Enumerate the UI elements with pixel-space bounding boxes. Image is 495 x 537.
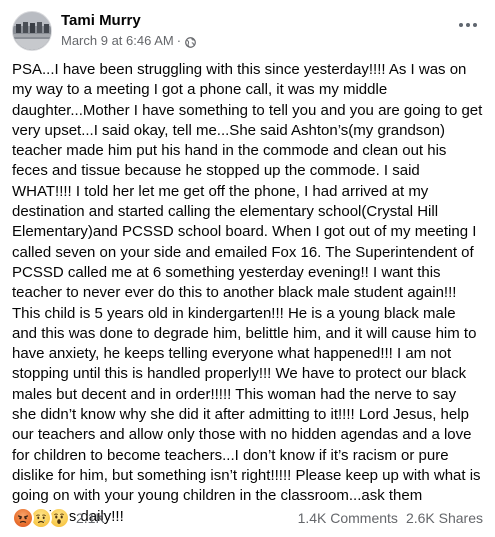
reaction-summary[interactable]: 2.1K <box>12 507 105 529</box>
meta-separator: · <box>176 33 182 48</box>
angry-reaction-icon <box>12 507 34 529</box>
globe-icon[interactable] <box>185 36 196 48</box>
post-footer: 2.1K 1.4K Comments 2.6K Shares <box>12 507 483 529</box>
comments-count-link[interactable]: 1.4K Comments <box>298 510 398 526</box>
more-horizontal-icon[interactable] <box>455 17 481 33</box>
more-dot <box>473 23 477 27</box>
post-body-text: PSA...I have been struggling with this s… <box>12 61 483 525</box>
reaction-count: 2.1K <box>76 510 105 526</box>
avatar[interactable] <box>12 11 52 51</box>
post-author-name[interactable]: Tami Murry <box>61 12 141 30</box>
post-timestamp[interactable]: March 9 at 6:46 AM <box>61 33 174 49</box>
facebook-post: Tami Murry March 9 at 6:46 AM · PSA...I … <box>0 0 495 537</box>
shares-count-link[interactable]: 2.6K Shares <box>406 510 483 526</box>
post-meta: March 9 at 6:46 AM · <box>61 33 196 49</box>
more-dot <box>459 23 463 27</box>
more-dot <box>466 23 470 27</box>
